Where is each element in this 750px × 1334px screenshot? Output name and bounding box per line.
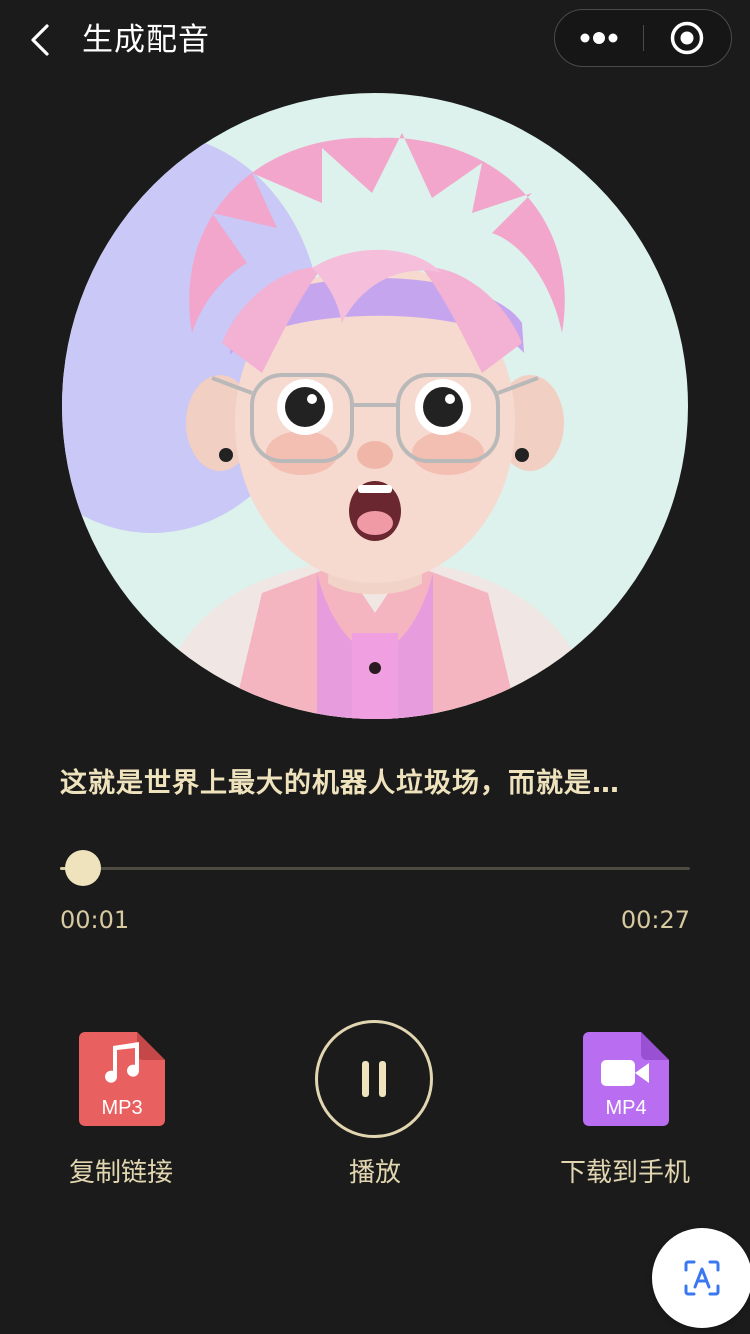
page-title: 生成配音 (82, 22, 210, 58)
mp4-file-icon: MP4 (583, 1032, 669, 1126)
mp3-file-icon: MP3 (79, 1032, 165, 1126)
mini-program-capsule (554, 9, 732, 67)
progress-thumb[interactable] (65, 850, 102, 886)
cartoon-avatar-image (62, 93, 688, 719)
translate-icon (684, 1260, 720, 1296)
download-button[interactable]: MP4 下载到手机 (525, 1020, 725, 1200)
nav-bar: 生成配音 (0, 0, 750, 80)
progress-bar[interactable] (60, 850, 690, 886)
download-label: 下载到手机 (559, 1158, 690, 1188)
current-time: 00:01 (60, 906, 130, 934)
play-label: 播放 (348, 1158, 401, 1188)
target-circle-icon (670, 21, 704, 54)
translate-button[interactable] (652, 1228, 750, 1328)
subtitle-text: 这就是世界上最大的机器人垃圾场，而就是… (60, 768, 620, 799)
more-button[interactable] (555, 10, 643, 65)
total-time: 00:27 (620, 906, 690, 934)
play-button[interactable]: 播放 (275, 1020, 475, 1200)
mp4-file-type: MP4 (605, 1097, 646, 1119)
chevron-left-icon (31, 24, 49, 56)
more-dots-icon (580, 31, 618, 44)
back-button[interactable] (20, 18, 60, 62)
play-pause-circle[interactable] (315, 1020, 433, 1138)
mp3-file-type: MP3 (101, 1097, 142, 1119)
close-button[interactable] (644, 10, 730, 65)
copy-link-label: 复制链接 (68, 1158, 173, 1188)
pause-icon (361, 1061, 387, 1097)
copy-link-button[interactable]: MP3 复制链接 (21, 1020, 221, 1200)
voice-avatar (62, 93, 688, 719)
